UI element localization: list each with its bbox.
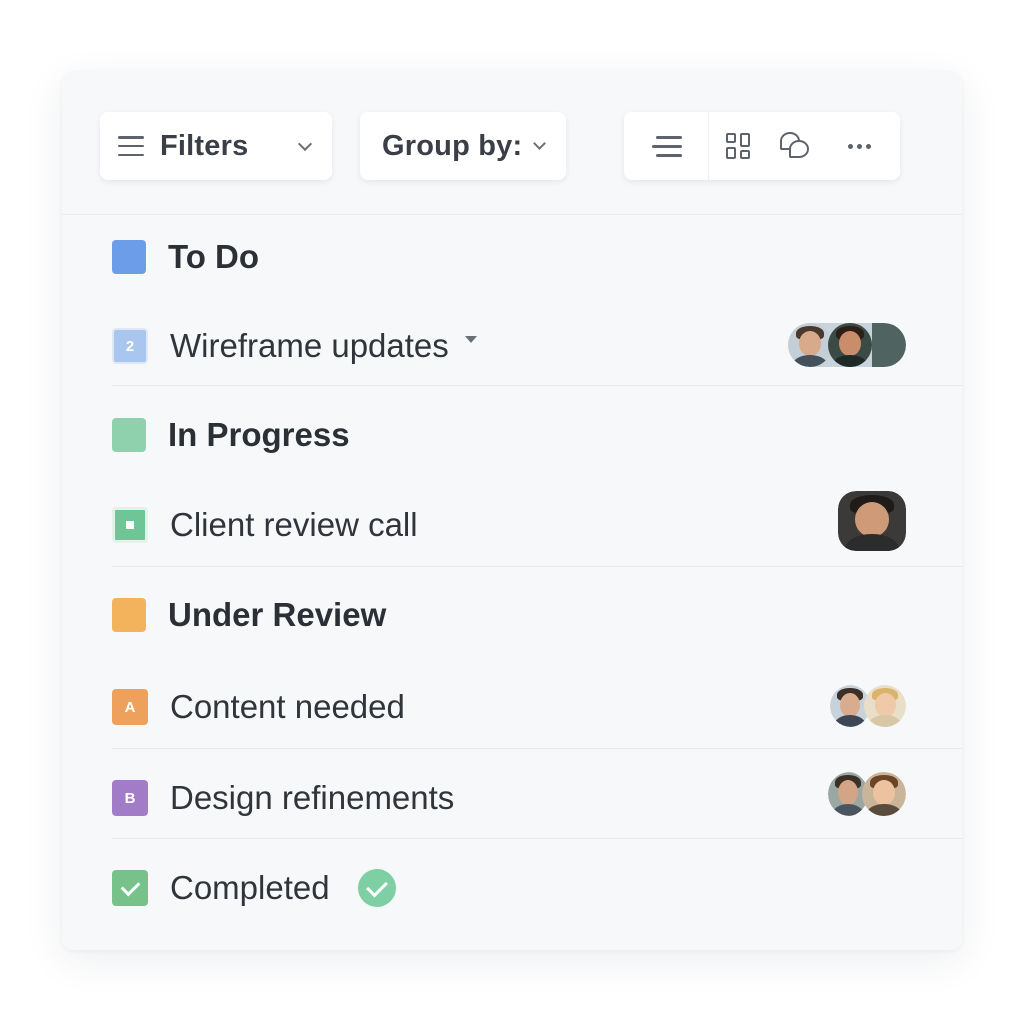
task-row[interactable]: B Design refinements (112, 758, 962, 838)
assignee-avatars[interactable] (838, 491, 906, 551)
filter-menu-icon (118, 136, 144, 156)
task-list-panel: Filters Group by: To Do 2 Wireframe upda… (62, 72, 962, 950)
list-view-icon[interactable] (638, 112, 696, 180)
task-badge: 2 (112, 328, 148, 364)
assignee-avatars[interactable] (828, 772, 906, 816)
more-icon[interactable] (830, 112, 888, 180)
avatar (838, 491, 906, 551)
toolbar: Filters Group by: (62, 72, 962, 215)
divider (112, 748, 962, 749)
group-title: Completed (170, 869, 330, 906)
divider (112, 838, 962, 839)
check-icon (120, 876, 140, 896)
divider (112, 385, 962, 386)
task-title: Wireframe updates (170, 327, 449, 364)
todo-color-swatch (112, 240, 146, 274)
assignee-avatars[interactable] (830, 685, 906, 727)
task-row[interactable]: Client review call (112, 485, 962, 565)
board-view-icon[interactable] (708, 112, 767, 180)
group-title: To Do (168, 238, 260, 275)
group-header-under-review[interactable]: Under Review (112, 596, 386, 634)
avatar-background (872, 323, 906, 367)
chat-view-icon[interactable] (766, 112, 824, 180)
task-badge: B (112, 780, 148, 816)
group-header-completed[interactable]: Completed (112, 848, 962, 928)
group-header-in-progress[interactable]: In Progress (112, 416, 350, 454)
avatar (862, 772, 906, 816)
filters-label: Filters (160, 129, 249, 162)
group-by-label: Group by: (382, 129, 523, 162)
group-header-todo[interactable]: To Do (112, 238, 259, 276)
assignee-avatars[interactable] (788, 323, 906, 367)
chevron-down-icon (533, 137, 546, 150)
task-title: Content needed (170, 688, 405, 725)
check-circle-icon (357, 869, 396, 907)
task-title: Design refinements (170, 779, 455, 816)
group-title: In Progress (168, 416, 350, 453)
avatar (788, 323, 832, 367)
task-row[interactable]: 2 Wireframe updates (112, 306, 962, 386)
task-row[interactable]: A Content needed (112, 667, 962, 747)
completed-checkbox[interactable] (112, 870, 148, 906)
task-title: Client review call (170, 506, 418, 543)
chevron-down-icon (297, 136, 313, 152)
task-badge (112, 507, 148, 543)
group-title: Under Review (168, 596, 387, 633)
task-badge: A (112, 689, 148, 725)
group-by-button[interactable]: Group by: (360, 112, 566, 180)
divider (112, 566, 962, 567)
under-review-color-swatch (112, 598, 146, 632)
view-switcher (624, 112, 900, 180)
filters-button[interactable]: Filters (100, 112, 332, 180)
in-progress-color-swatch (112, 418, 146, 452)
avatar (828, 323, 872, 367)
caret-down-icon[interactable] (464, 335, 477, 343)
avatar (864, 685, 906, 727)
